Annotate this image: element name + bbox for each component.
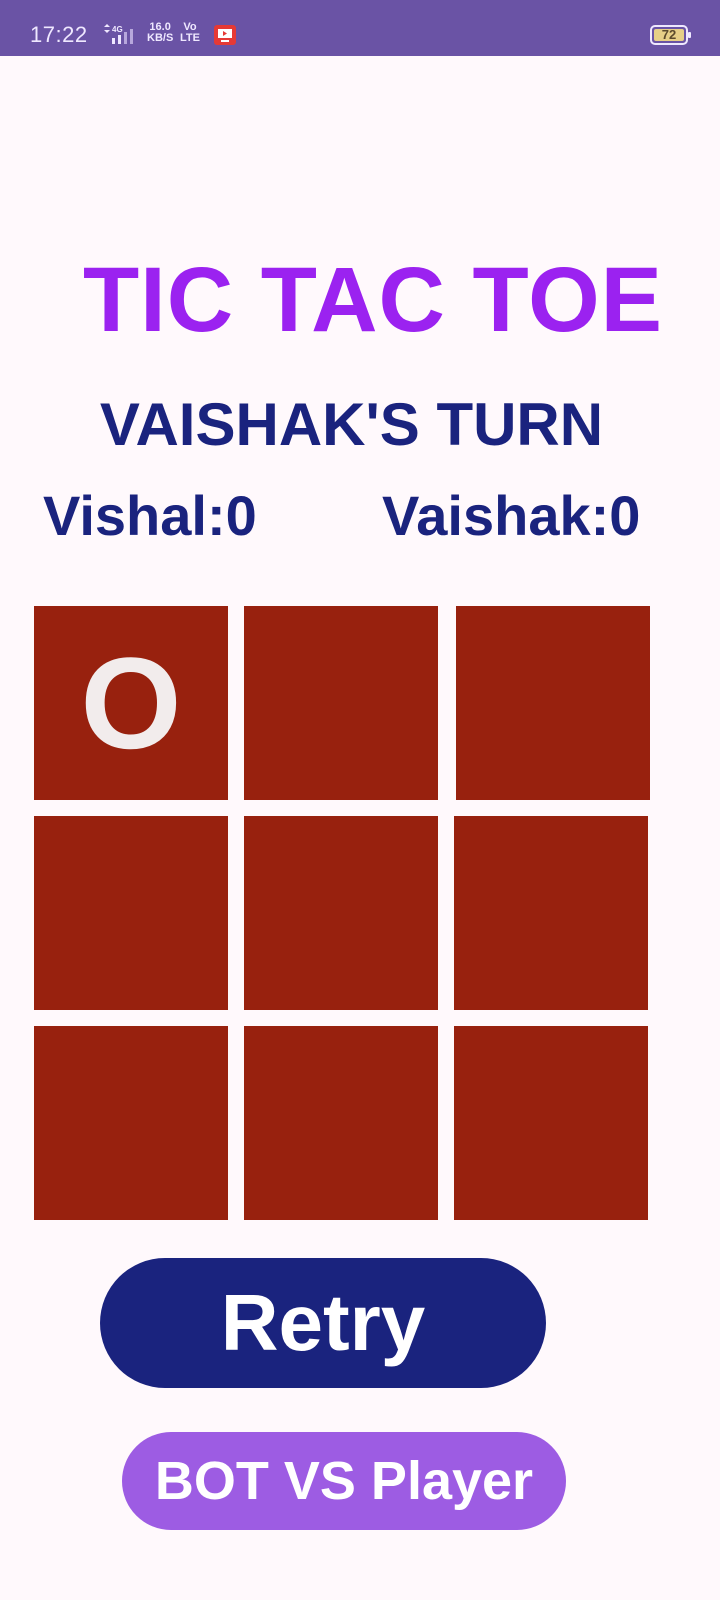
- svg-text:4G: 4G: [112, 25, 123, 34]
- network-speed-unit: KB/S: [147, 32, 174, 44]
- board-cell-3[interactable]: [456, 606, 650, 800]
- board-cell-6[interactable]: [454, 816, 648, 1010]
- network-speed: 16.0 KB/S: [147, 22, 173, 44]
- status-bar: 17:22 4G 16.0 KB/S Vo LTE 72: [0, 0, 720, 56]
- board-cell-5[interactable]: [244, 816, 438, 1010]
- board-cell-4[interactable]: [34, 816, 228, 1010]
- player2-score: Vaishak:0: [382, 484, 641, 547]
- board-cell-9[interactable]: [454, 1026, 648, 1220]
- player1-score: Vishal:0: [43, 484, 257, 547]
- board-cell-2[interactable]: [244, 606, 438, 800]
- volte-bottom: LTE: [180, 32, 200, 44]
- board-cell-8[interactable]: [244, 1026, 438, 1220]
- volte-indicator: Vo LTE: [180, 22, 200, 44]
- status-time: 17:22: [30, 22, 88, 47]
- game-board: O: [34, 606, 656, 1224]
- signal-icon: 4G: [104, 24, 133, 44]
- board-cell-7[interactable]: [34, 1026, 228, 1220]
- battery-level: 72: [661, 27, 677, 42]
- board-cell-1[interactable]: O: [34, 606, 228, 800]
- tv-icon: [214, 25, 236, 45]
- retry-button[interactable]: Retry: [100, 1258, 546, 1388]
- bot-vs-player-button[interactable]: BOT VS Player: [122, 1432, 566, 1530]
- game-title: TIC TAC TOE: [82, 249, 664, 351]
- turn-indicator: VAISHAK'S TURN: [99, 391, 604, 458]
